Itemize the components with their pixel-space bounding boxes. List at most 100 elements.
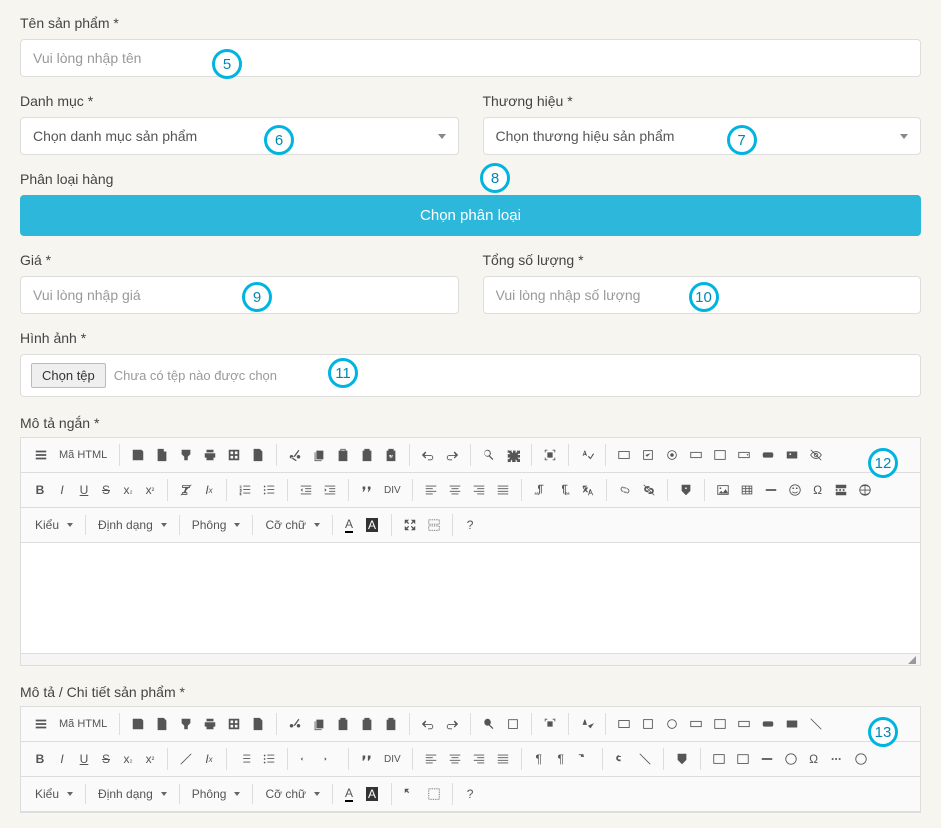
align-center-icon[interactable]	[443, 748, 467, 770]
imagebutton-icon[interactable]	[780, 713, 804, 735]
removeformat-icon[interactable]	[174, 479, 198, 501]
anchor-icon[interactable]	[674, 479, 698, 501]
align-justify-icon[interactable]	[491, 479, 515, 501]
templates-icon[interactable]	[222, 444, 246, 466]
source-icon[interactable]	[29, 444, 53, 466]
about-icon[interactable]: ?	[459, 514, 481, 536]
print-icon[interactable]	[198, 444, 222, 466]
format-select[interactable]: Định dạng	[92, 784, 173, 804]
source-button[interactable]: Mã HTML	[53, 714, 113, 734]
subscript-icon[interactable]: x₂	[117, 479, 139, 501]
removeformat2-icon[interactable]: Ix	[198, 748, 220, 770]
rtl-icon[interactable]	[552, 479, 576, 501]
indent-icon[interactable]	[318, 479, 342, 501]
imagebutton-icon[interactable]	[780, 444, 804, 466]
short-desc-content[interactable]	[21, 543, 920, 653]
undo-icon[interactable]	[416, 713, 440, 735]
strike-icon[interactable]: S	[95, 479, 117, 501]
align-right-icon[interactable]	[467, 748, 491, 770]
style-select[interactable]: Kiểu	[29, 515, 79, 535]
unlink-icon[interactable]	[637, 479, 661, 501]
smiley-icon[interactable]	[779, 748, 803, 770]
document-icon[interactable]	[246, 444, 270, 466]
paste-text-icon[interactable]	[355, 713, 379, 735]
bgcolor-icon[interactable]: A	[361, 514, 385, 536]
paste-icon[interactable]	[331, 444, 355, 466]
superscript-icon[interactable]: x²	[139, 479, 161, 501]
font-select[interactable]: Phông	[186, 515, 247, 535]
numberlist-icon[interactable]	[233, 479, 257, 501]
checkbox-icon[interactable]	[636, 713, 660, 735]
document-icon[interactable]	[246, 713, 270, 735]
iframe-icon[interactable]	[853, 479, 877, 501]
checkbox-icon[interactable]	[636, 444, 660, 466]
specialchar-icon[interactable]: Ω	[803, 748, 825, 770]
removeformat-icon[interactable]	[174, 748, 198, 770]
replace-icon[interactable]	[501, 713, 525, 735]
table-icon[interactable]	[735, 479, 759, 501]
paste-word-icon[interactable]	[379, 713, 403, 735]
textarea-icon[interactable]	[708, 713, 732, 735]
paste-word-icon[interactable]	[379, 444, 403, 466]
brand-select[interactable]: Chọn thương hiệu sản phẩm	[483, 117, 922, 155]
align-right-icon[interactable]	[467, 479, 491, 501]
source-icon[interactable]	[29, 713, 53, 735]
paste-text-icon[interactable]	[355, 444, 379, 466]
style-select[interactable]: Kiểu	[29, 784, 79, 804]
indent-icon[interactable]	[318, 748, 342, 770]
div-icon[interactable]: DIV	[379, 748, 406, 770]
spellcheck-icon[interactable]	[575, 444, 599, 466]
ltr-icon[interactable]	[528, 479, 552, 501]
textfield-icon[interactable]	[684, 444, 708, 466]
button-field-icon[interactable]	[756, 444, 780, 466]
hidden-field-icon[interactable]	[804, 713, 828, 735]
align-left-icon[interactable]	[419, 479, 443, 501]
spellcheck-icon[interactable]	[575, 713, 599, 735]
size-select[interactable]: Cỡ chữ	[259, 515, 326, 535]
div-icon[interactable]: DIV	[379, 479, 406, 501]
bold-icon[interactable]: B	[29, 748, 51, 770]
bulletlist-icon[interactable]	[257, 479, 281, 501]
select-icon[interactable]	[732, 444, 756, 466]
file-input-wrap[interactable]: Chọn tệp Chưa có tệp nào được chọn	[20, 354, 921, 397]
pagebreak-icon[interactable]	[825, 748, 849, 770]
language-icon[interactable]	[572, 748, 596, 770]
new-page-icon[interactable]	[150, 713, 174, 735]
editor-resize-handle[interactable]	[21, 653, 920, 665]
ltr-icon[interactable]: ¶	[528, 748, 550, 770]
undo-icon[interactable]	[416, 444, 440, 466]
textcolor-icon[interactable]: A	[339, 783, 361, 805]
align-justify-icon[interactable]	[491, 748, 515, 770]
format-select[interactable]: Định dạng	[92, 515, 173, 535]
font-select[interactable]: Phông	[186, 784, 247, 804]
specialchar-icon[interactable]: Ω	[807, 479, 829, 501]
rtl-icon[interactable]: ¶	[550, 748, 572, 770]
templates-icon[interactable]	[222, 713, 246, 735]
numberlist-icon[interactable]	[233, 748, 257, 770]
underline-icon[interactable]: U	[73, 479, 95, 501]
italic-icon[interactable]: I	[51, 479, 73, 501]
strike-icon[interactable]: S	[95, 748, 117, 770]
subscript-icon[interactable]: x₂	[117, 748, 139, 770]
maximize-icon[interactable]	[398, 514, 422, 536]
size-select[interactable]: Cỡ chữ	[259, 784, 326, 804]
bold-icon[interactable]: B	[29, 479, 51, 501]
italic-icon[interactable]: I	[51, 748, 73, 770]
save-icon[interactable]	[126, 444, 150, 466]
hr-icon[interactable]	[755, 748, 779, 770]
find-icon[interactable]	[477, 713, 501, 735]
image-icon[interactable]	[707, 748, 731, 770]
iframe-icon[interactable]	[849, 748, 873, 770]
form-icon[interactable]	[612, 444, 636, 466]
redo-icon[interactable]	[440, 713, 464, 735]
image-icon[interactable]	[711, 479, 735, 501]
outdent-icon[interactable]	[294, 479, 318, 501]
cut-icon[interactable]	[283, 713, 307, 735]
bulletlist-icon[interactable]	[257, 748, 281, 770]
selectall-icon[interactable]	[538, 444, 562, 466]
form-icon[interactable]	[612, 713, 636, 735]
find-icon[interactable]	[477, 444, 501, 466]
hr-icon[interactable]	[759, 479, 783, 501]
hidden-field-icon[interactable]	[804, 444, 828, 466]
blockquote-icon[interactable]	[355, 479, 379, 501]
